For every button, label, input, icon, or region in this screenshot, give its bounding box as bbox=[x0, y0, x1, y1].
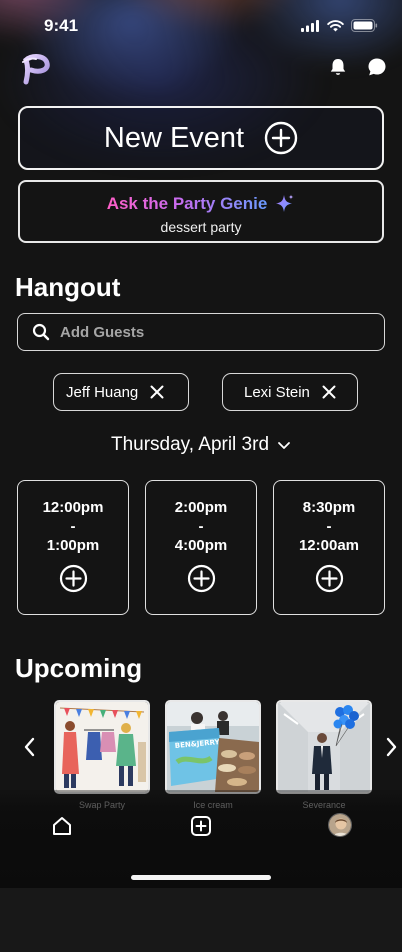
slot-start: 2:00pm bbox=[174, 499, 228, 516]
genie-subtitle: dessert party bbox=[160, 219, 242, 235]
new-event-label: New Event bbox=[103, 121, 245, 154]
avatar[interactable] bbox=[328, 813, 352, 837]
event-card-label: Ice cream bbox=[193, 800, 233, 810]
event-card-label: Swap Party bbox=[78, 800, 126, 810]
date-selector[interactable]: Thursday, April 3rd bbox=[0, 434, 402, 456]
remove-guest-icon[interactable] bbox=[150, 385, 164, 399]
event-card-severance[interactable] bbox=[276, 700, 372, 794]
event-card-label: Severance bbox=[302, 800, 346, 810]
slot-end: 1:00pm bbox=[46, 537, 100, 554]
battery-icon bbox=[351, 19, 378, 32]
home-indicator bbox=[131, 875, 271, 880]
slot-separator: - bbox=[326, 518, 332, 535]
party-p-logo[interactable] bbox=[18, 52, 52, 86]
chevron-down-icon bbox=[278, 442, 290, 449]
remove-guest-icon[interactable] bbox=[322, 385, 336, 399]
status-icons bbox=[301, 19, 378, 32]
sparkle-icon bbox=[276, 194, 294, 212]
upcoming-title: Upcoming bbox=[15, 653, 143, 683]
slot-end: 4:00pm bbox=[174, 537, 228, 554]
event-card-ice-cream[interactable]: BEN&JERRY bbox=[165, 700, 261, 794]
signal-icon bbox=[301, 19, 319, 32]
wifi-icon bbox=[327, 19, 344, 31]
time-slot-card[interactable]: 8:30pm - 12:00am bbox=[273, 480, 385, 615]
new-event-button[interactable]: New Event bbox=[18, 106, 384, 170]
add-guests-search[interactable] bbox=[17, 313, 385, 351]
slot-separator: - bbox=[198, 518, 204, 535]
swap-party-image bbox=[56, 702, 148, 792]
hangout-title: Hangout bbox=[15, 272, 121, 302]
guest-name: Jeff Huang bbox=[66, 383, 139, 401]
status-time: 9:41 bbox=[44, 16, 79, 35]
bell-icon[interactable] bbox=[328, 57, 348, 77]
genie-title-row: Ask the Party Genie bbox=[107, 193, 296, 215]
party-genie-button[interactable]: Ask the Party Genie dessert party bbox=[18, 180, 384, 243]
time-slot-card[interactable]: 12:00pm - 1:00pm bbox=[17, 480, 129, 615]
selected-date: Thursday, April 3rd bbox=[110, 434, 270, 455]
slot-separator: - bbox=[70, 518, 76, 535]
plus-square-icon[interactable] bbox=[190, 815, 212, 837]
slot-start: 8:30pm bbox=[302, 499, 356, 516]
event-card-swap-party[interactable] bbox=[54, 700, 150, 794]
chevron-left-icon[interactable] bbox=[23, 736, 37, 758]
add-slot-icon[interactable] bbox=[59, 564, 88, 593]
search-icon bbox=[32, 323, 50, 341]
slot-start: 12:00pm bbox=[42, 499, 104, 516]
time-slot-card[interactable]: 2:00pm - 4:00pm bbox=[145, 480, 257, 615]
chevron-right-icon[interactable] bbox=[384, 736, 398, 758]
severance-image bbox=[278, 702, 370, 792]
guest-chip-lexi-stein: Lexi Stein bbox=[222, 373, 358, 411]
plus-circle-icon bbox=[264, 121, 298, 155]
ice-cream-image: BEN&JERRY bbox=[167, 702, 259, 792]
below-screen-area bbox=[0, 888, 402, 952]
slot-end: 12:00am bbox=[298, 537, 360, 554]
app-screen: 9:41 New Event Ask the Party Genie desse… bbox=[0, 0, 402, 888]
genie-title: Ask the Party Genie bbox=[106, 194, 268, 213]
chat-bubble-icon[interactable] bbox=[366, 56, 388, 78]
home-icon[interactable] bbox=[51, 815, 73, 837]
add-guests-input[interactable] bbox=[60, 323, 350, 341]
guest-name: Lexi Stein bbox=[244, 383, 310, 401]
status-bar: 9:41 bbox=[0, 0, 402, 54]
guest-chip-jeff-huang: Jeff Huang bbox=[53, 373, 189, 411]
add-slot-icon[interactable] bbox=[315, 564, 344, 593]
add-slot-icon[interactable] bbox=[187, 564, 216, 593]
